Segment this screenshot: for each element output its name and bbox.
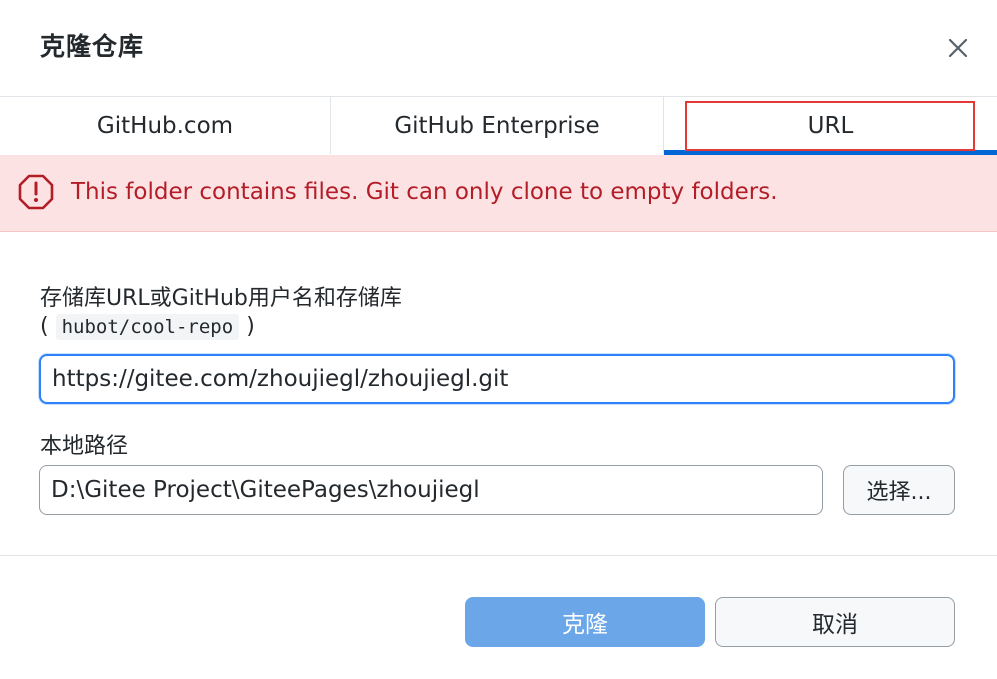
footer-divider — [0, 555, 997, 556]
hint-example: hubot/cool-repo — [55, 314, 240, 340]
local-path-value: D:\Gitee Project\GiteePages\zhoujiegl — [51, 477, 480, 503]
close-button[interactable] — [940, 30, 976, 66]
close-icon — [949, 39, 967, 57]
clone-repository-dialog: 克隆仓库 GitHub.com GitHub Enterprise URL Th… — [0, 0, 997, 679]
tab-url[interactable]: URL — [664, 97, 997, 155]
hint-open-paren: ( — [40, 314, 49, 339]
clone-button-label: 克隆 — [562, 612, 608, 638]
tab-label: GitHub.com — [96, 112, 234, 139]
alert-octagon-icon — [18, 174, 54, 210]
tab-github-com[interactable]: GitHub.com — [0, 97, 331, 154]
tab-github-enterprise[interactable]: GitHub Enterprise — [331, 97, 664, 154]
repository-url-input[interactable]: https://gitee.com/zhoujiegl/zhoujiegl.gi… — [39, 354, 955, 404]
repository-url-hint: ( hubot/cool-repo ) — [40, 314, 255, 340]
annotation-highlight-box — [685, 101, 975, 151]
clone-button[interactable]: 克隆 — [465, 597, 705, 647]
error-banner: This folder contains files. Git can only… — [0, 155, 997, 232]
repository-url-label: 存储库URL或GitHub用户名和存储库 — [40, 286, 402, 311]
dialog-title: 克隆仓库 — [40, 32, 145, 61]
tab-bar: GitHub.com GitHub Enterprise URL — [0, 96, 997, 155]
choose-folder-label: 选择... — [866, 480, 932, 505]
cancel-button[interactable]: 取消 — [715, 597, 955, 647]
repository-url-value: https://gitee.com/zhoujiegl/zhoujiegl.gi… — [52, 366, 509, 392]
tab-label: GitHub Enterprise — [394, 112, 600, 139]
hint-close-paren: ) — [246, 314, 255, 339]
choose-folder-button[interactable]: 选择... — [843, 465, 955, 515]
error-message: This folder contains files. Git can only… — [71, 179, 778, 205]
local-path-label: 本地路径 — [40, 434, 129, 459]
dialog-header: 克隆仓库 — [0, 0, 997, 96]
local-path-input[interactable]: D:\Gitee Project\GiteePages\zhoujiegl — [39, 465, 823, 515]
cancel-button-label: 取消 — [812, 612, 858, 638]
